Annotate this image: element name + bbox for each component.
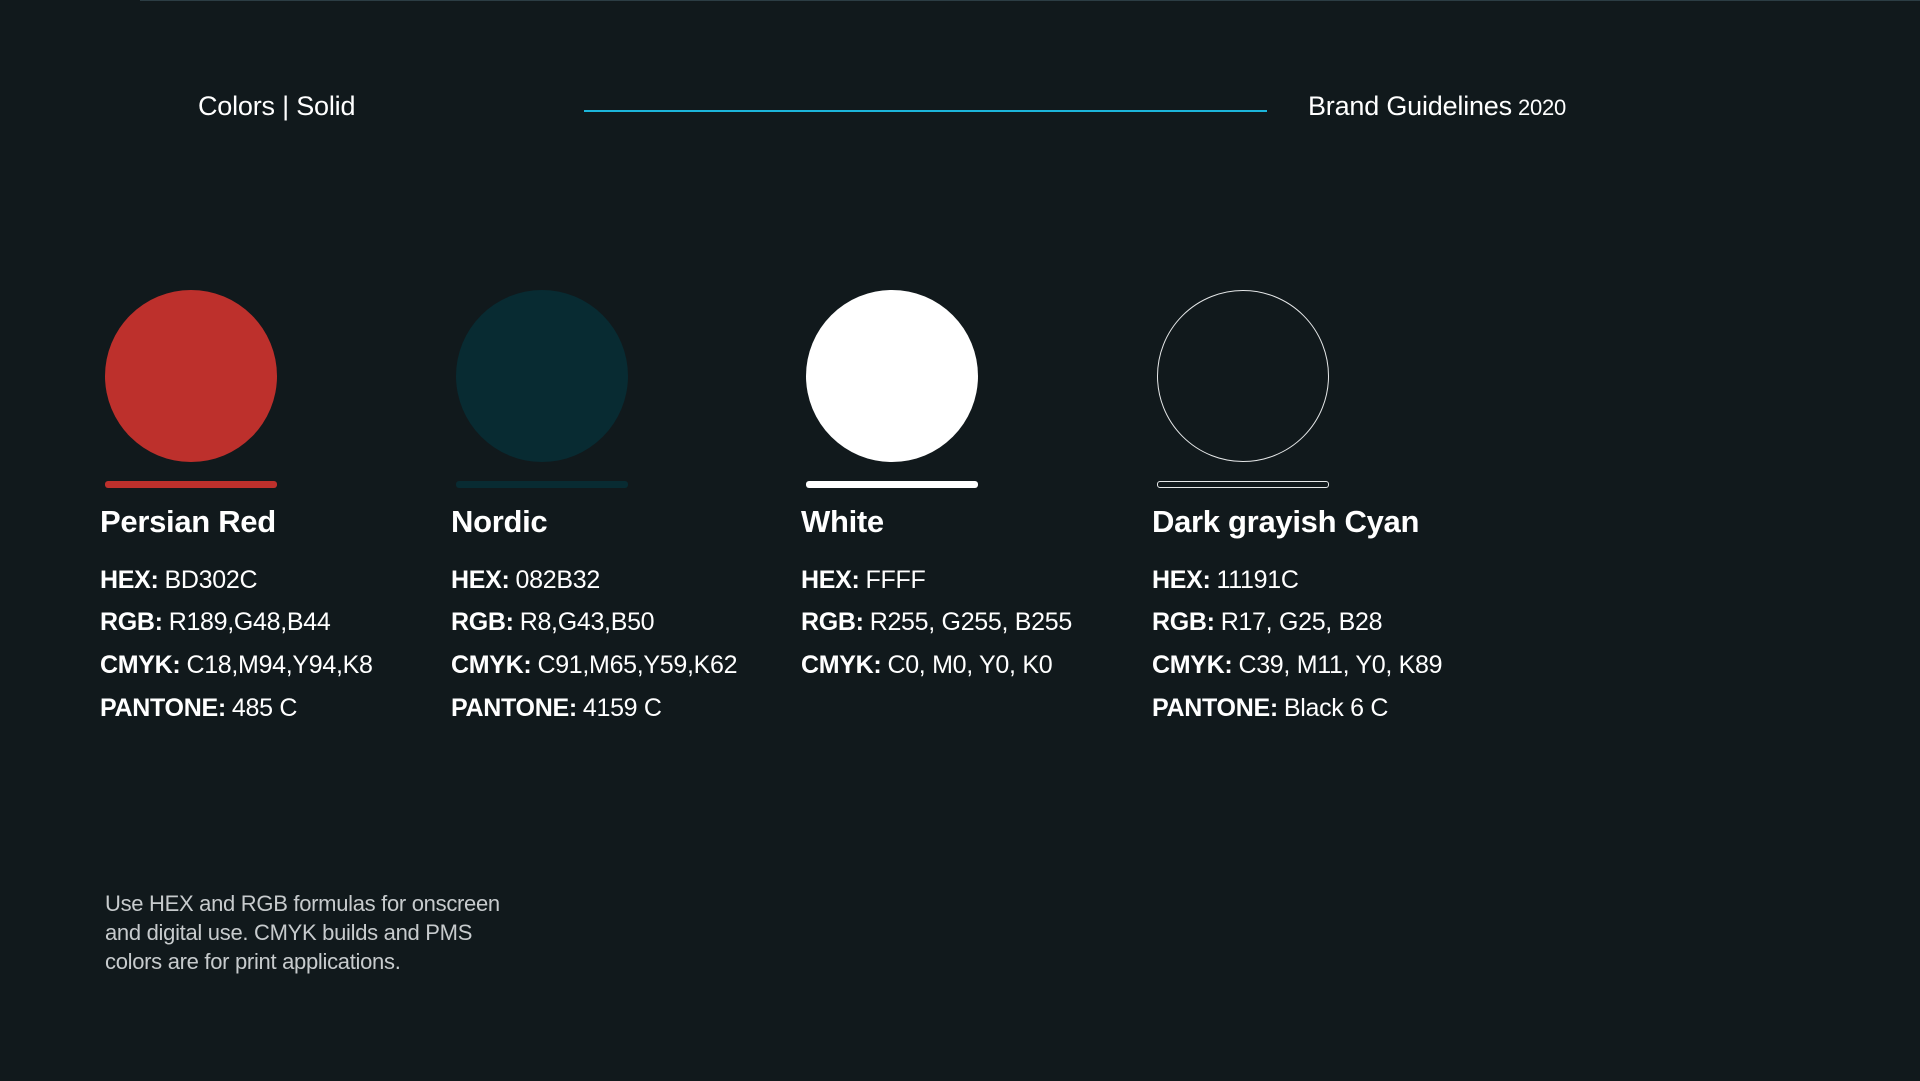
spec-value: R8,G43,B50 bbox=[519, 608, 655, 636]
spec-value: BD302C bbox=[164, 566, 258, 594]
spec-label: PANTONE: bbox=[451, 694, 577, 722]
spec-label: RGB: bbox=[451, 608, 514, 636]
swatch-circle bbox=[105, 290, 277, 462]
spec-label: HEX: bbox=[1152, 566, 1211, 594]
spec-value: 11191C bbox=[1216, 566, 1299, 594]
spec-cmyk: CMYK: C39, M11, Y0, K89 bbox=[1152, 651, 1443, 680]
spec-pantone: PANTONE: Black 6 C bbox=[1152, 694, 1388, 723]
swatch-circle bbox=[1157, 290, 1329, 462]
spec-value: C39, M11, Y0, K89 bbox=[1238, 651, 1443, 679]
color-name: Dark grayish Cyan bbox=[1152, 504, 1420, 539]
spec-value: 485 C bbox=[231, 694, 298, 722]
spec-cmyk: CMYK: C0, M0, Y0, K0 bbox=[801, 651, 1053, 680]
usage-note: Use HEX and RGB formulas for onscreen an… bbox=[105, 891, 500, 974]
brand-year: 2020 bbox=[1517, 95, 1567, 120]
spec-hex: HEX: BD302C bbox=[100, 566, 258, 595]
spec-label: CMYK: bbox=[1152, 651, 1233, 679]
spec-cmyk: CMYK: C91,M65,Y59,K62 bbox=[451, 651, 738, 680]
swatch-underline bbox=[806, 481, 978, 488]
spec-value: R189,G48,B44 bbox=[168, 608, 331, 636]
top-edge-line bbox=[140, 0, 1920, 1]
spec-rgb: RGB: R255, G255, B255 bbox=[801, 608, 1072, 637]
spec-label: HEX: bbox=[100, 566, 159, 594]
spec-pantone: PANTONE: 485 C bbox=[100, 694, 297, 723]
color-name: White bbox=[801, 504, 884, 539]
spec-value: 4159 C bbox=[582, 694, 662, 722]
brand-title: Brand Guidelines 2020 bbox=[1308, 91, 1566, 122]
spec-value: C18,M94,Y94,K8 bbox=[186, 651, 373, 679]
spec-label: PANTONE: bbox=[100, 694, 226, 722]
spec-label: RGB: bbox=[801, 608, 864, 636]
spec-label: RGB: bbox=[1152, 608, 1215, 636]
swatch-underline bbox=[456, 481, 628, 488]
spec-hex: HEX: FFFF bbox=[801, 566, 926, 595]
header-rule bbox=[584, 110, 1267, 112]
brand-title-text: Brand Guidelines bbox=[1308, 91, 1512, 121]
spec-hex: HEX: 11191C bbox=[1152, 566, 1299, 595]
spec-label: CMYK: bbox=[451, 651, 532, 679]
spec-pantone: PANTONE: 4159 C bbox=[451, 694, 662, 723]
spec-rgb: RGB: R8,G43,B50 bbox=[451, 608, 655, 637]
spec-label: HEX: bbox=[451, 566, 510, 594]
spec-value: Black 6 C bbox=[1283, 694, 1389, 722]
spec-label: HEX: bbox=[801, 566, 860, 594]
brand-guidelines-page: Colors | Solid Brand Guidelines 2020 Pers… bbox=[0, 0, 1920, 1081]
spec-rgb: RGB: R189,G48,B44 bbox=[100, 608, 331, 637]
spec-label: RGB: bbox=[100, 608, 163, 636]
color-name: Nordic bbox=[451, 504, 548, 539]
spec-label: CMYK: bbox=[100, 651, 181, 679]
spec-label: CMYK: bbox=[801, 651, 882, 679]
spec-rgb: RGB: R17, G25, B28 bbox=[1152, 608, 1382, 637]
spec-value: R17, G25, B28 bbox=[1220, 608, 1383, 636]
spec-value: C91,M65,Y59,K62 bbox=[537, 651, 738, 679]
spec-value: 082B32 bbox=[515, 566, 601, 594]
swatch-underline bbox=[1157, 481, 1329, 488]
spec-value: FFFF bbox=[865, 566, 926, 594]
swatch-circle bbox=[806, 290, 978, 462]
swatch-circle bbox=[456, 290, 628, 462]
swatch-underline bbox=[105, 481, 277, 488]
section-title: Colors | Solid bbox=[198, 91, 356, 121]
color-name: Persian Red bbox=[100, 504, 276, 539]
spec-value: R255, G255, B255 bbox=[869, 608, 1073, 636]
spec-cmyk: CMYK: C18,M94,Y94,K8 bbox=[100, 651, 373, 680]
spec-label: PANTONE: bbox=[1152, 694, 1278, 722]
spec-value: C0, M0, Y0, K0 bbox=[887, 651, 1053, 679]
spec-hex: HEX: 082B32 bbox=[451, 566, 600, 595]
